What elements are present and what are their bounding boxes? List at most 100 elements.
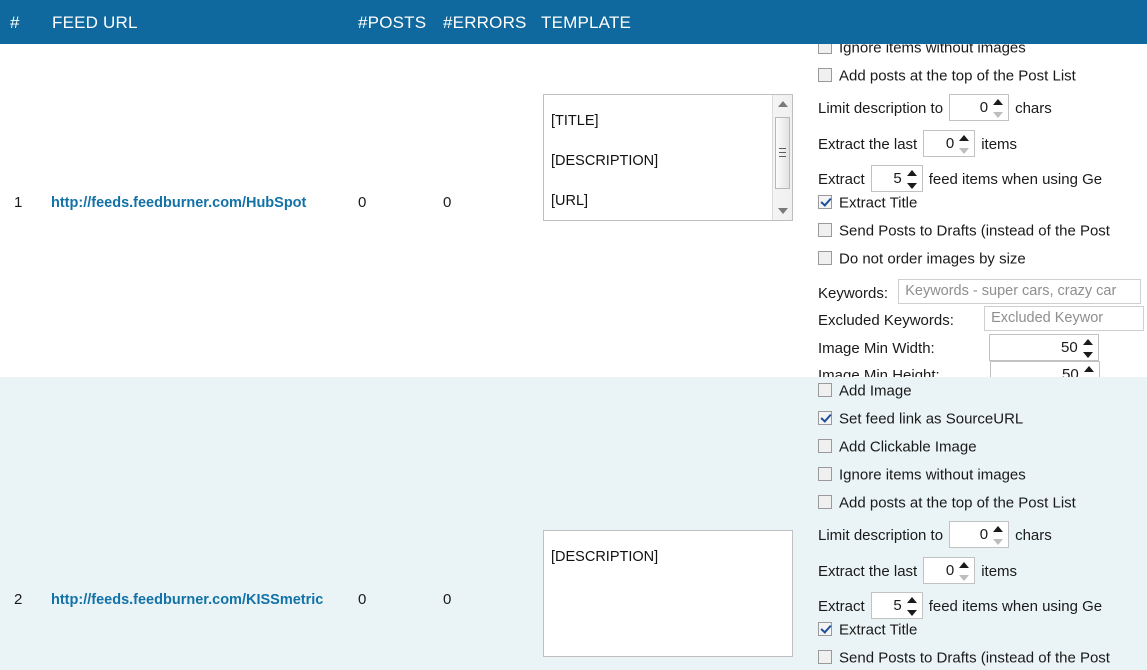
checkbox-send-posts-to-drafts[interactable] bbox=[818, 650, 832, 664]
option-extract-last: Extract the last0items bbox=[818, 557, 1017, 586]
excluded-keywords-placeholder: Excluded Keywor bbox=[991, 310, 1103, 326]
checkbox-add-posts-top[interactable] bbox=[818, 68, 832, 82]
extract-last-label: Extract the last bbox=[818, 136, 917, 153]
limit-description-stepper[interactable]: 0 bbox=[949, 521, 1009, 548]
image-min-height-value: 50 bbox=[991, 366, 1079, 377]
template-scrollbar[interactable] bbox=[772, 95, 792, 220]
column-header-errors[interactable]: #ERRORS bbox=[443, 13, 527, 33]
limit-description-value: 0 bbox=[950, 99, 988, 116]
checkbox-send-posts-to-drafts[interactable] bbox=[818, 223, 832, 237]
option-do-not-order-images[interactable]: Do not order images by size bbox=[818, 250, 1026, 279]
stepper-arrows[interactable] bbox=[907, 596, 918, 617]
checkbox-extract-title[interactable] bbox=[818, 622, 832, 636]
option-extract-title[interactable]: Extract Title bbox=[818, 621, 917, 650]
option-add-posts-top[interactable]: Add posts at the top of the Post List bbox=[818, 494, 1076, 523]
limit-description-units: chars bbox=[1015, 527, 1052, 544]
keywords-placeholder: Keywords - super cars, crazy car bbox=[905, 283, 1116, 299]
chevron-down-icon bbox=[778, 208, 788, 214]
stepper-up-icon[interactable] bbox=[993, 99, 1003, 105]
column-header-template[interactable]: TEMPLATE bbox=[541, 13, 631, 33]
feed-url-link[interactable]: http://feeds.feedburner.com/HubSpot bbox=[51, 195, 306, 211]
checkbox-add-clickable-image[interactable] bbox=[818, 439, 832, 453]
extract-last-stepper[interactable]: 0 bbox=[923, 130, 975, 157]
field-image-min-height: Image Min Height:50 bbox=[818, 361, 1106, 377]
stepper-down-icon[interactable] bbox=[993, 112, 1003, 118]
stepper-up-icon[interactable] bbox=[959, 135, 969, 141]
extract-last-units: items bbox=[981, 563, 1017, 580]
image-min-width-stepper[interactable]: 50 bbox=[989, 334, 1099, 361]
stepper-arrows[interactable] bbox=[993, 525, 1004, 546]
extract-units: feed items when using Ge bbox=[929, 171, 1102, 188]
excluded-keywords-input[interactable]: Excluded Keywor bbox=[984, 306, 1144, 331]
option-set-feed-link-sourceurl[interactable]: Set feed link as SourceURL bbox=[818, 410, 1023, 439]
keywords-input[interactable]: Keywords - super cars, crazy car bbox=[898, 279, 1141, 304]
extract-last-stepper[interactable]: 0 bbox=[923, 557, 975, 584]
keywords-label: Keywords: bbox=[818, 285, 888, 302]
template-textarea[interactable]: [TITLE] [DESCRIPTION] [URL] bbox=[543, 94, 793, 221]
checkbox-add-image[interactable] bbox=[818, 383, 832, 397]
column-header-index[interactable]: # bbox=[10, 13, 20, 33]
option-label: Add posts at the top of the Post List bbox=[839, 495, 1076, 512]
option-ignore-items-without-images[interactable]: Ignore items without images bbox=[818, 44, 1026, 68]
option-add-clickable-image[interactable]: Add Clickable Image bbox=[818, 438, 977, 467]
feed-url-link[interactable]: http://feeds.feedburner.com/KISSmetric bbox=[51, 592, 323, 608]
option-limit-description: Limit description to0chars bbox=[818, 94, 1052, 123]
stepper-up-icon[interactable] bbox=[1084, 366, 1094, 372]
extract-last-value: 0 bbox=[924, 562, 954, 579]
checkbox-extract-title[interactable] bbox=[818, 195, 832, 209]
table-row: 1 http://feeds.feedburner.com/HubSpot 0 … bbox=[0, 44, 1147, 377]
option-label: Add Image bbox=[839, 383, 912, 400]
limit-description-stepper[interactable]: 0 bbox=[949, 94, 1009, 121]
option-extract-last: Extract the last0items bbox=[818, 130, 1017, 159]
column-header-posts[interactable]: #POSTS bbox=[358, 13, 426, 33]
stepper-up-icon[interactable] bbox=[907, 597, 917, 603]
option-extract-feed-items: Extract5feed items when using Ge bbox=[818, 592, 1102, 621]
stepper-down-icon[interactable] bbox=[907, 610, 917, 616]
option-send-posts-to-drafts[interactable]: Send Posts to Drafts (instead of the Pos… bbox=[818, 649, 1110, 670]
option-add-image[interactable]: Add Image bbox=[818, 382, 912, 411]
stepper-down-icon[interactable] bbox=[1083, 352, 1093, 358]
stepper-up-icon[interactable] bbox=[907, 170, 917, 176]
option-send-posts-to-drafts[interactable]: Send Posts to Drafts (instead of the Pos… bbox=[818, 222, 1110, 251]
stepper-arrows[interactable] bbox=[993, 98, 1004, 119]
stepper-up-icon[interactable] bbox=[959, 562, 969, 568]
scrollbar-down-button[interactable] bbox=[773, 202, 792, 220]
option-label: Ignore items without images bbox=[839, 44, 1026, 57]
template-textarea-value: [DESCRIPTION] bbox=[551, 537, 785, 577]
template-textarea-value: [TITLE] [DESCRIPTION] [URL] bbox=[551, 101, 770, 221]
stepper-down-icon[interactable] bbox=[907, 183, 917, 189]
stepper-down-icon[interactable] bbox=[993, 539, 1003, 545]
option-label: Send Posts to Drafts (instead of the Pos… bbox=[839, 650, 1110, 667]
grip-icon bbox=[779, 148, 786, 157]
option-add-posts-top[interactable]: Add posts at the top of the Post List bbox=[818, 67, 1076, 96]
extract-feed-items-stepper[interactable]: 5 bbox=[871, 165, 923, 192]
option-label: Add Clickable Image bbox=[839, 439, 977, 456]
template-textarea[interactable]: [DESCRIPTION] bbox=[543, 530, 793, 657]
column-header-feed-url[interactable]: FEED URL bbox=[52, 13, 138, 33]
scrollbar-up-button[interactable] bbox=[773, 95, 792, 113]
limit-description-label: Limit description to bbox=[818, 527, 943, 544]
image-min-height-stepper[interactable]: 50 bbox=[990, 361, 1100, 377]
chevron-up-icon bbox=[778, 101, 788, 107]
scrollbar-thumb[interactable] bbox=[775, 117, 790, 189]
stepper-arrows[interactable] bbox=[1084, 365, 1095, 377]
checkbox-do-not-order-images[interactable] bbox=[818, 251, 832, 265]
checkbox-add-posts-top[interactable] bbox=[818, 495, 832, 509]
stepper-down-icon[interactable] bbox=[959, 148, 969, 154]
stepper-up-icon[interactable] bbox=[993, 526, 1003, 532]
stepper-down-icon[interactable] bbox=[959, 575, 969, 581]
table-header: # FEED URL #POSTS #ERRORS TEMPLATE bbox=[0, 0, 1147, 44]
stepper-arrows[interactable] bbox=[959, 561, 970, 582]
row-index: 2 bbox=[14, 591, 22, 608]
stepper-arrows[interactable] bbox=[959, 134, 970, 155]
extract-feed-items-stepper[interactable]: 5 bbox=[871, 592, 923, 619]
option-extract-title[interactable]: Extract Title bbox=[818, 194, 917, 223]
checkbox-ignore-items-without-images[interactable] bbox=[818, 467, 832, 481]
option-ignore-items-without-images[interactable]: Ignore items without images bbox=[818, 466, 1026, 495]
checkbox-ignore-items-without-images[interactable] bbox=[818, 44, 832, 54]
stepper-arrows[interactable] bbox=[907, 169, 918, 190]
stepper-up-icon[interactable] bbox=[1083, 339, 1093, 345]
extract-feed-items-value: 5 bbox=[872, 597, 902, 614]
stepper-arrows[interactable] bbox=[1083, 338, 1094, 359]
checkbox-set-feed-link-sourceurl[interactable] bbox=[818, 411, 832, 425]
